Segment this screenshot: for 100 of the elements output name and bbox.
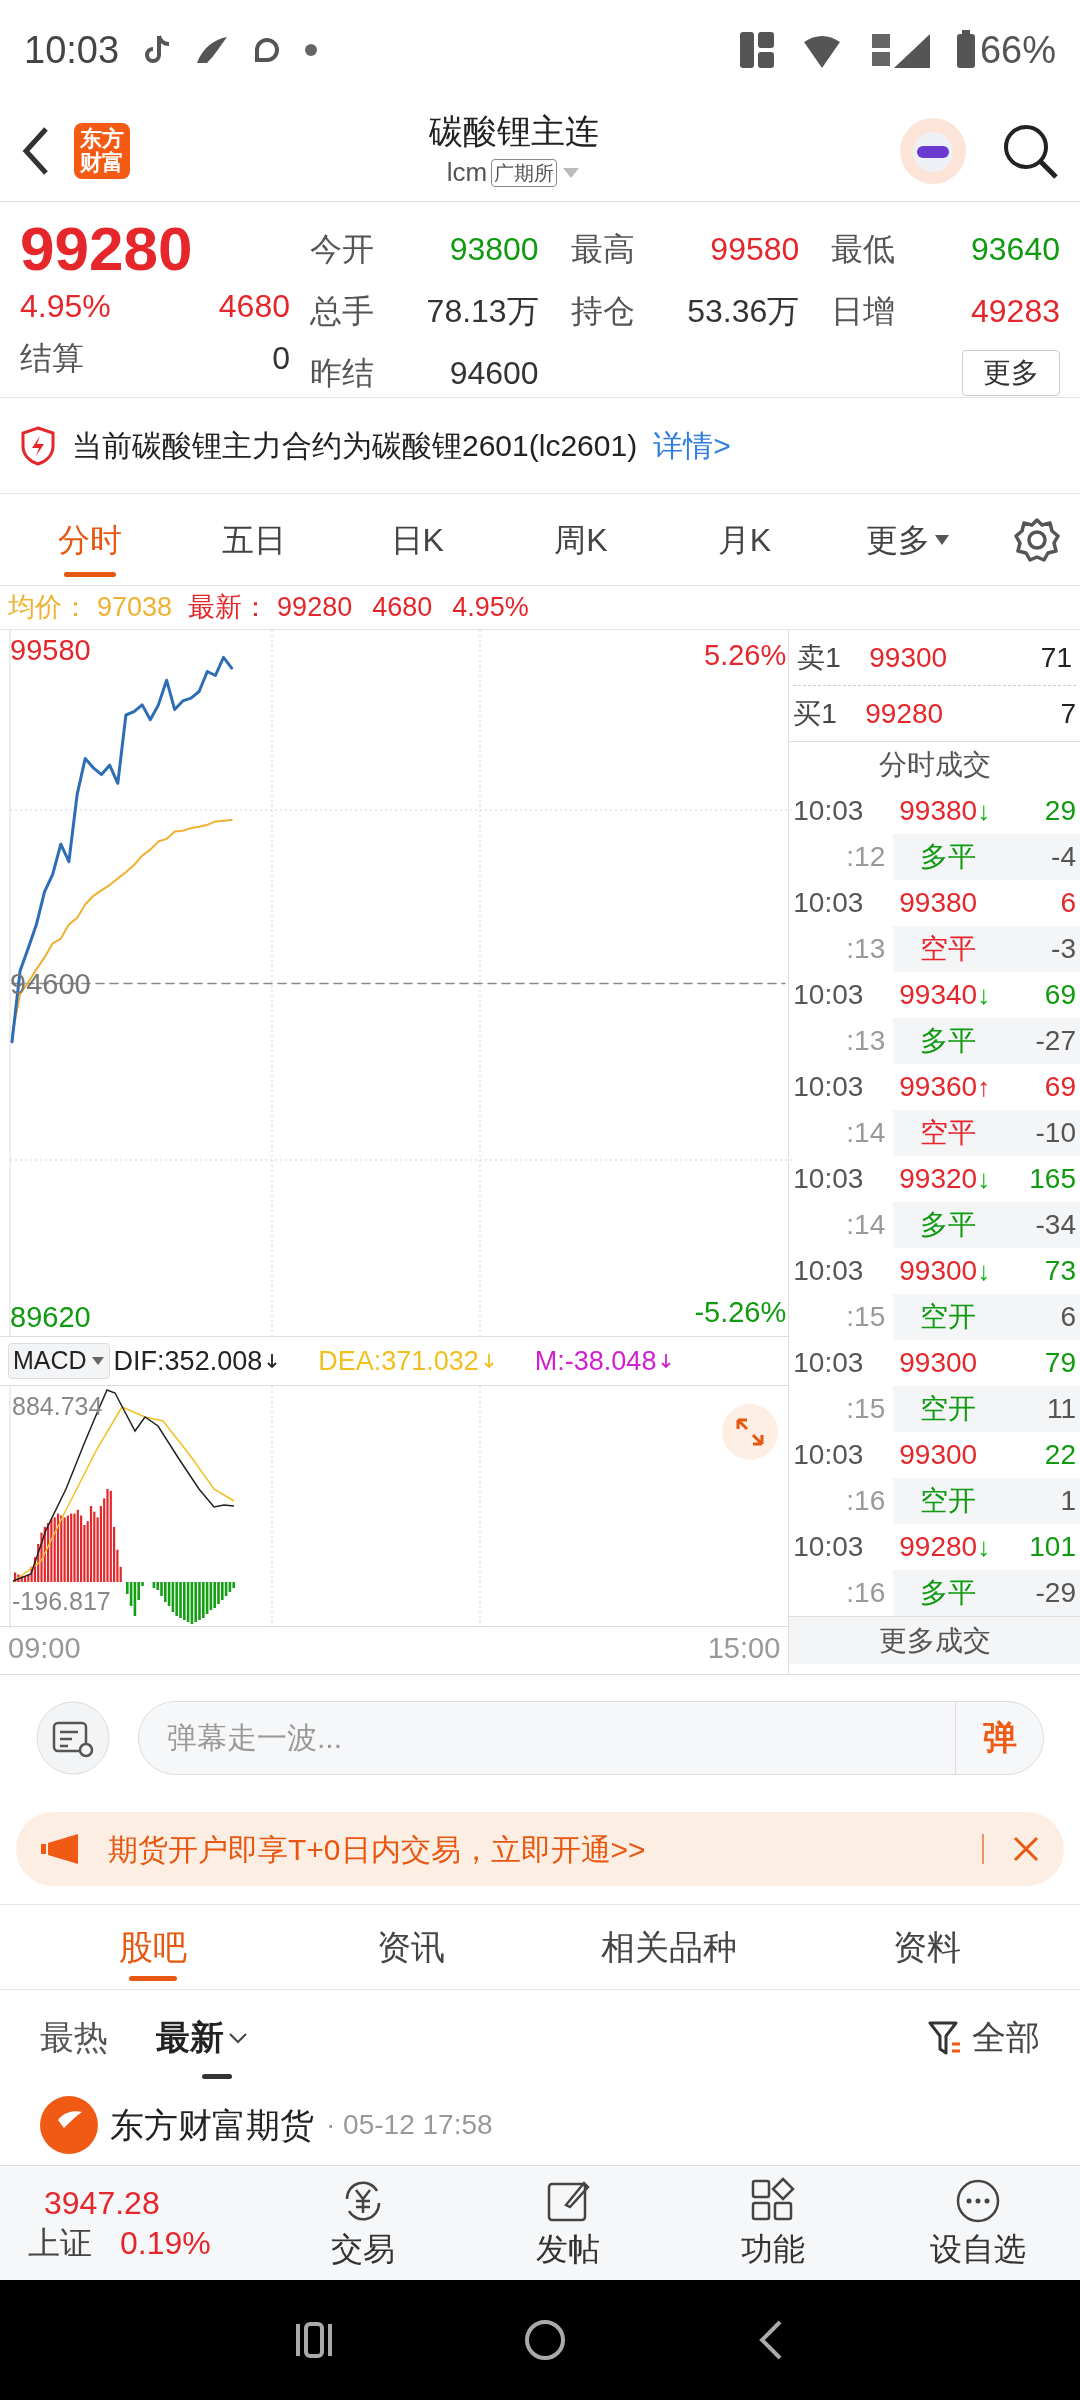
author-name[interactable]: 东方财富期货 — [110, 2099, 314, 2151]
position-change: 11 — [1045, 1392, 1076, 1426]
section-tab[interactable]: 相关品种 — [540, 1905, 798, 1989]
last-price: 99280 — [20, 214, 194, 284]
dea-value: DEA:371.032 — [318, 1344, 479, 1378]
index-value: 3947.28 — [43, 2184, 161, 2223]
chart-tab[interactable]: 更多 — [826, 494, 991, 585]
axis-label: -196.817 — [12, 1585, 111, 1617]
index-quote[interactable]: 3947.28 上证 0.19% — [0, 2183, 260, 2263]
field-label: 日增 — [831, 292, 896, 331]
nav-item[interactable]: 发帖 — [465, 2177, 670, 2269]
dif-value: DIF:352.008 — [113, 1344, 263, 1378]
trade-price: 99380 — [899, 886, 978, 920]
note-icon — [143, 34, 172, 66]
trend-arrow: ↓ — [977, 1530, 991, 1564]
trade-time: 10:03 — [793, 794, 865, 828]
trade-type: 空开 — [919, 1300, 978, 1334]
app-logo: 东方财富 — [74, 122, 130, 179]
trade-time: 10:03 — [793, 1438, 865, 1472]
chart-tab[interactable]: 日K — [335, 494, 499, 585]
change-amount: 4680 — [218, 287, 290, 326]
trade-volume: 6 — [1059, 886, 1076, 920]
order-volume: 7 — [1059, 696, 1076, 731]
trade-volume: 29 — [1043, 794, 1076, 828]
chart-tab[interactable]: 月K — [662, 494, 827, 585]
order-price: 99280 — [865, 696, 945, 731]
home-icon[interactable] — [523, 2318, 567, 2362]
close-icon[interactable] — [1012, 1835, 1040, 1863]
shield-icon — [20, 425, 56, 466]
details-link[interactable]: 详情> — [653, 423, 731, 468]
trade-price: 99340 — [899, 978, 978, 1012]
field-value: 78.13万 — [426, 292, 539, 331]
trend-arrow: ↓ — [977, 1162, 991, 1196]
trade-type: 多平 — [919, 1208, 978, 1242]
sort-tab[interactable]: 最新 — [156, 1990, 248, 2085]
macd-value: M:-38.048 — [534, 1344, 657, 1378]
section-tab[interactable]: 股吧 — [24, 1905, 282, 1989]
position-change: -3 — [1050, 932, 1076, 966]
field-label: 总手 — [310, 292, 374, 331]
position-change: 6 — [1059, 1300, 1076, 1334]
axis-label: 5.26% — [704, 638, 787, 673]
chat-icon — [253, 36, 282, 64]
position-change: -27 — [1034, 1024, 1076, 1058]
chart-tab[interactable]: 周K — [499, 494, 663, 585]
order-price: 99300 — [869, 640, 949, 675]
trend-arrow: ↓ — [977, 794, 991, 828]
trade-price: 99300 — [899, 1254, 978, 1288]
chart-tab[interactable]: 五日 — [171, 494, 336, 585]
field-label: 结算 — [20, 339, 84, 378]
active-indicator — [202, 2074, 232, 2079]
more-trades-button[interactable]: 更多成交 — [789, 1616, 1080, 1664]
section-tab[interactable]: 资讯 — [282, 1905, 540, 1989]
trade-price: 99360 — [899, 1070, 978, 1104]
settings-icon[interactable] — [1014, 516, 1061, 563]
latest-price-label: 最新： — [188, 591, 270, 625]
trend-arrow: ↓ — [977, 1254, 991, 1288]
position-change: -10 — [1034, 1116, 1076, 1150]
sort-tab[interactable]: 最热 — [40, 1990, 108, 2085]
trade-volume: 165 — [1029, 1162, 1076, 1196]
trade-seconds: :16 — [845, 1484, 887, 1518]
trade-volume: 73 — [1043, 1254, 1076, 1288]
dot-icon — [305, 44, 318, 56]
contract-code: lcm — [446, 156, 488, 189]
order-label: 卖1 — [797, 640, 842, 675]
feather-icon — [195, 35, 230, 65]
field-label: 今开 — [310, 230, 374, 269]
position-change: -4 — [1050, 840, 1076, 874]
trade-price: 99380 — [899, 794, 978, 828]
page-title: 碳酸锂主连 — [429, 111, 599, 152]
expand-icon[interactable] — [722, 1404, 779, 1460]
down-arrow-icon — [482, 1352, 495, 1370]
field-value: 99580 — [710, 230, 800, 269]
trade-type: 空平 — [919, 932, 978, 966]
average-price-label: 均价： — [8, 591, 89, 625]
trend-arrow: ↓ — [977, 978, 991, 1012]
indicator-dropdown[interactable]: MACD — [8, 1343, 110, 1379]
down-arrow-icon — [266, 1352, 279, 1370]
section-tab[interactable]: 资料 — [798, 1905, 1056, 1989]
down-arrow-icon — [660, 1352, 673, 1370]
filter-button[interactable]: 全部 — [928, 2012, 1040, 2063]
time-label: 09:00 — [8, 1630, 81, 1666]
nav-item[interactable]: 交易 — [260, 2177, 465, 2269]
axis-label: 99580 — [10, 633, 91, 667]
comment-settings-icon[interactable] — [36, 1700, 110, 1775]
trade-seconds: :16 — [845, 1576, 887, 1610]
robot-icon[interactable] — [898, 115, 968, 186]
more-button[interactable]: 更多 — [962, 350, 1060, 396]
chart-tab[interactable]: 分时 — [8, 494, 172, 585]
trade-price: 99300 — [899, 1346, 978, 1380]
position-change: -34 — [1034, 1208, 1076, 1242]
change-percent: 4.95% — [20, 287, 111, 326]
trade-seconds: :13 — [845, 932, 887, 966]
trade-time: 10:03 — [793, 1346, 865, 1380]
recent-apps-icon[interactable] — [294, 2320, 335, 2360]
nav-item[interactable]: 设自选 — [875, 2177, 1080, 2269]
trade-seconds: :15 — [845, 1300, 887, 1334]
nav-item[interactable]: 功能 — [670, 2177, 875, 2269]
trade-seconds: :12 — [845, 840, 887, 874]
author-avatar-icon[interactable] — [40, 2096, 98, 2154]
caret-icon — [90, 1356, 105, 1366]
